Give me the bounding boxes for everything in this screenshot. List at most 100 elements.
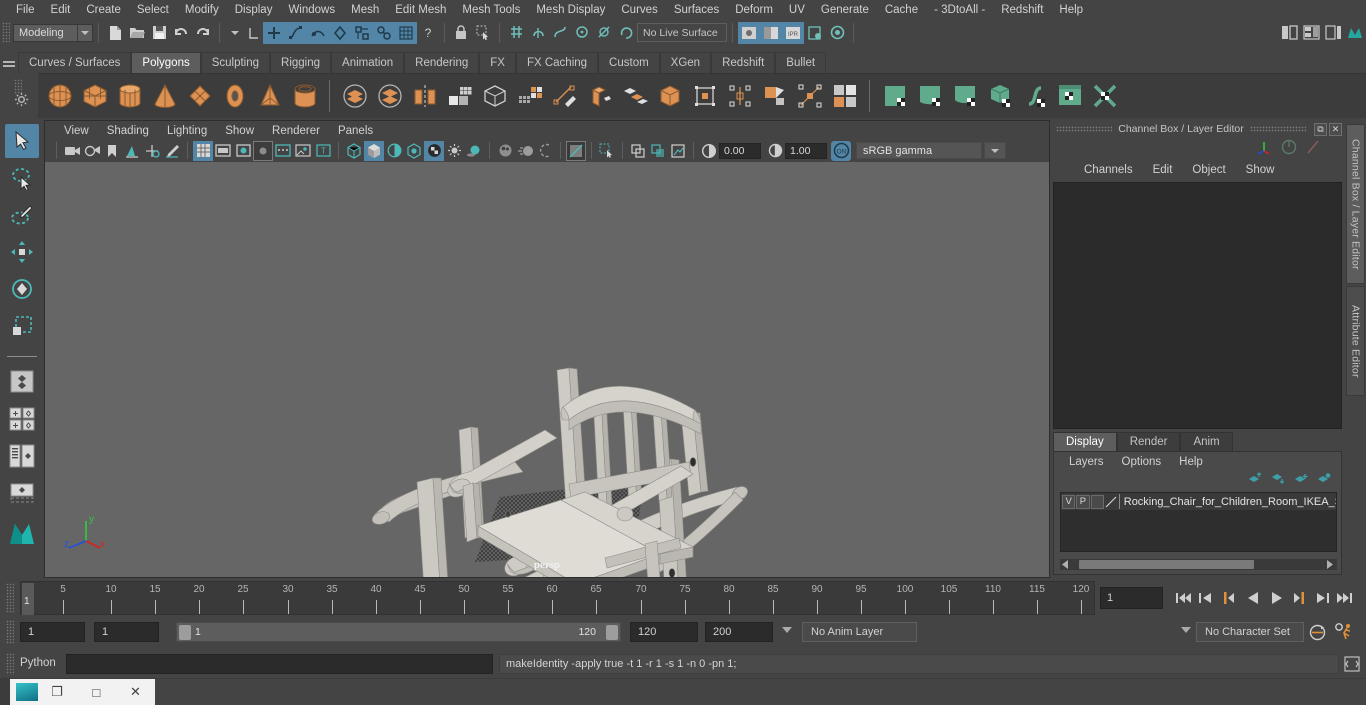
channel-show-menu[interactable]: Show: [1236, 164, 1285, 176]
shelf-tab-fx[interactable]: FX: [479, 52, 516, 73]
viewport-menu-shading[interactable]: Shading: [98, 125, 158, 137]
menu-item-deform[interactable]: Deform: [727, 0, 781, 20]
layer-list[interactable]: V P Rocking_Chair_for_Children_Room_IKEA…: [1060, 492, 1337, 552]
maximize-window-icon[interactable]: □: [77, 679, 116, 705]
menu-item-display[interactable]: Display: [227, 0, 281, 20]
smooth-shade-all-icon[interactable]: [364, 140, 384, 161]
channels-menu[interactable]: Channels: [1074, 164, 1143, 176]
move-tool-icon[interactable]: [5, 235, 39, 269]
show-render-view-icon[interactable]: [738, 21, 760, 44]
scale-tool-icon[interactable]: [5, 309, 39, 343]
menu-item-modify[interactable]: Modify: [177, 0, 227, 20]
menu-item-edit[interactable]: Edit: [43, 0, 79, 20]
select-camera-icon[interactable]: [62, 141, 82, 161]
channel-edit-menu[interactable]: Edit: [1143, 164, 1183, 176]
range-slider-grip[interactable]: [6, 620, 14, 644]
poly-torus-icon[interactable]: [217, 77, 252, 115]
undock-panel-icon[interactable]: ⧉: [1314, 122, 1327, 136]
restore-window-icon[interactable]: ❐: [38, 679, 77, 705]
snap-to-view-plane-icon[interactable]: [593, 22, 615, 44]
uv-unfold-icon[interactable]: [1017, 77, 1052, 115]
texture-display-icon[interactable]: [424, 140, 444, 161]
poly-pyramid-icon[interactable]: [252, 77, 287, 115]
menu-item-redshift[interactable]: Redshift: [993, 0, 1051, 20]
save-scene-icon[interactable]: [148, 22, 170, 44]
range-left-handle[interactable]: [179, 625, 191, 640]
poly-cube-icon[interactable]: [77, 77, 112, 115]
channel-object-menu[interactable]: Object: [1182, 164, 1235, 176]
xray-icon[interactable]: [628, 141, 648, 161]
channel-box-list[interactable]: [1053, 182, 1342, 429]
playback-start-field[interactable]: 1: [94, 622, 159, 642]
layer-list-hscrollbar[interactable]: [1060, 559, 1337, 570]
open-scene-icon[interactable]: [126, 22, 148, 44]
separate-icon[interactable]: [372, 77, 407, 115]
vtab-attribute-editor[interactable]: Attribute Editor: [1346, 286, 1365, 396]
step-forward-key-button[interactable]: [1292, 587, 1310, 609]
viewport-menu-renderer[interactable]: Renderer: [263, 125, 329, 137]
multisample-aa-icon[interactable]: [535, 141, 555, 161]
close-panel-icon[interactable]: ✕: [1329, 122, 1342, 136]
select-by-deformation-icon[interactable]: [329, 21, 351, 44]
exposure-display-icon[interactable]: [293, 141, 313, 161]
single-perspective-view-icon[interactable]: [5, 365, 39, 399]
menu-item-create[interactable]: Create: [78, 0, 129, 20]
append-polygon-icon[interactable]: [687, 77, 722, 115]
chevron-down-icon[interactable]: [77, 24, 92, 41]
tab-render-layers[interactable]: Render: [1116, 432, 1181, 451]
anim-layer-chevron-icon[interactable]: [782, 627, 792, 633]
menu-item-curves[interactable]: Curves: [613, 0, 665, 20]
snap-to-curve-icon[interactable]: [527, 22, 549, 44]
isolate-select-icon[interactable]: [566, 140, 586, 161]
motion-blur-icon[interactable]: [515, 141, 535, 161]
auto-keyframe-toggle-icon[interactable]: [1308, 623, 1327, 647]
poly-sphere-icon[interactable]: [42, 77, 77, 115]
layers-options-menu[interactable]: Options: [1113, 456, 1171, 468]
scroll-left-arrow-icon[interactable]: [1062, 556, 1069, 574]
smooth-icon[interactable]: [442, 77, 477, 115]
command-language-label[interactable]: Python: [20, 657, 56, 669]
shelf-tab-xgen[interactable]: XGen: [659, 52, 712, 73]
select-by-hierarchy-icon[interactable]: [263, 21, 285, 44]
layer-color-swatch[interactable]: [1104, 494, 1119, 509]
live-surface-field[interactable]: No Live Surface: [637, 23, 727, 42]
step-forward-frame-button[interactable]: [1314, 587, 1332, 609]
highlight-selection-icon[interactable]: [472, 22, 494, 44]
shelf-tab-custom[interactable]: Custom: [598, 52, 660, 73]
poly-cylinder-icon[interactable]: [112, 77, 147, 115]
layer-shading-toggle[interactable]: [1090, 494, 1104, 509]
transform-axes-icon[interactable]: [1256, 138, 1273, 160]
offset-edge-loop-icon[interactable]: [757, 77, 792, 115]
select-by-object-type-curve-icon[interactable]: [285, 21, 307, 44]
character-set-chevron-icon[interactable]: [1181, 627, 1191, 633]
anim-layer-select[interactable]: No Anim Layer: [802, 622, 917, 642]
lasso-tool-icon[interactable]: [5, 161, 39, 195]
new-scene-icon[interactable]: [104, 22, 126, 44]
close-window-icon[interactable]: ✕: [116, 679, 155, 705]
sidebar-toggle-channel-box-icon[interactable]: [1322, 22, 1344, 44]
screen-space-ao-icon[interactable]: [495, 141, 515, 161]
two-d-pan-zoom-icon[interactable]: [142, 141, 162, 161]
shadows-icon[interactable]: [464, 141, 484, 161]
menu-item-3dtoall[interactable]: - 3DtoAll -: [926, 0, 993, 20]
menu-item-help[interactable]: Help: [1051, 0, 1091, 20]
range-right-handle[interactable]: [606, 625, 618, 640]
script-editor-icon[interactable]: [1344, 656, 1360, 677]
select-by-surface-icon[interactable]: [307, 21, 329, 44]
bevel-icon[interactable]: [617, 77, 652, 115]
mirror-icon[interactable]: [407, 77, 442, 115]
layer-row[interactable]: V P Rocking_Chair_for_Children_Room_IKEA…: [1061, 493, 1336, 510]
maya-app-icon[interactable]: [16, 683, 38, 701]
use-all-lights-icon[interactable]: [444, 141, 464, 161]
uv-layout-icon[interactable]: [1087, 77, 1122, 115]
camera-attributes-icon[interactable]: [82, 141, 102, 161]
persp-viewport[interactable]: y x z persp: [45, 162, 1049, 577]
bookmark-icon[interactable]: [102, 141, 122, 161]
shelf-tab-fx-caching[interactable]: FX Caching: [515, 52, 599, 73]
menu-item-edit-mesh[interactable]: Edit Mesh: [387, 0, 454, 20]
scroll-right-arrow-icon[interactable]: [1327, 556, 1334, 574]
sidebar-toggle-attribute-icon[interactable]: [1278, 22, 1300, 44]
play-forwards-button[interactable]: [1268, 587, 1286, 609]
multi-cut-icon[interactable]: [792, 77, 827, 115]
grease-pencil-icon[interactable]: [162, 141, 182, 161]
